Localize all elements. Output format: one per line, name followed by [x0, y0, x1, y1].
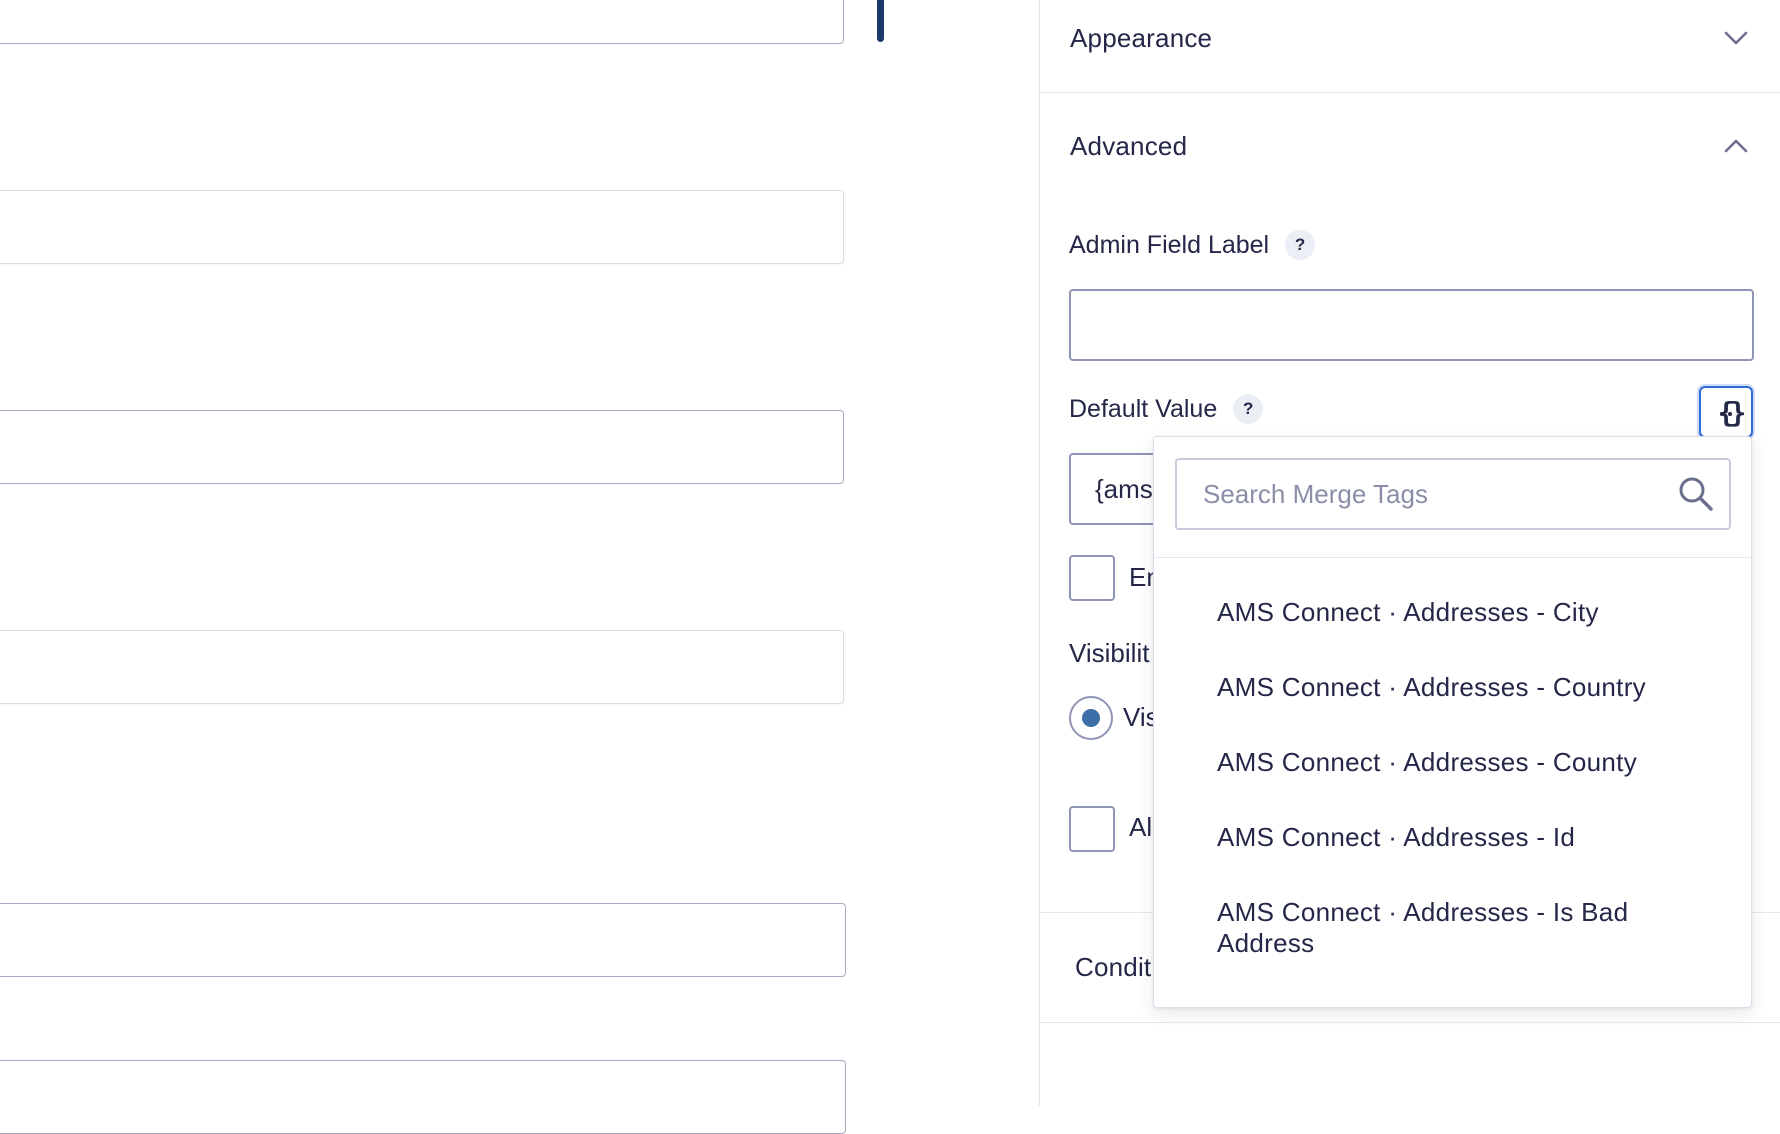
form-field-input[interactable]	[0, 630, 844, 704]
merge-tags-dropdown: AMS Connect · Addresses - City AMS Conne…	[1153, 436, 1752, 1008]
chevron-down-icon	[1724, 31, 1748, 45]
default-value-text: Default Value	[1069, 394, 1218, 423]
radio-selected-dot	[1082, 709, 1100, 727]
default-value-label: Default Value ?	[1069, 394, 1264, 424]
chevron-up-icon	[1724, 139, 1748, 153]
divider	[1154, 557, 1751, 558]
help-icon[interactable]: ?	[1285, 230, 1316, 260]
admin-field-label-text: Admin Field Label	[1069, 230, 1270, 259]
merge-tags-button[interactable]: { }	[1699, 386, 1753, 438]
divider	[1040, 92, 1780, 93]
checkbox[interactable]	[1069, 806, 1115, 852]
advanced-title: Advanced	[1070, 130, 1188, 161]
admin-field-label-input[interactable]	[1069, 289, 1754, 361]
divider	[1040, 1022, 1780, 1023]
merge-tags-list: AMS Connect · Addresses - City AMS Conne…	[1154, 597, 1751, 1003]
merge-tag-item[interactable]: AMS Connect · Addresses - Country	[1154, 672, 1751, 703]
admin-field-label-label: Admin Field Label ?	[1069, 230, 1316, 260]
conditional-logic-section-toggle[interactable]: Condit	[1075, 952, 1151, 983]
visibility-radio[interactable]	[1069, 696, 1113, 740]
search-merge-tags-input[interactable]	[1201, 477, 1677, 511]
merge-tags-search	[1175, 458, 1731, 530]
form-field-input[interactable]	[0, 410, 844, 484]
visibility-label: Visibilit	[1069, 638, 1150, 668]
help-icon[interactable]: ?	[1233, 394, 1264, 424]
merge-tag-item[interactable]: AMS Connect · Addresses - City	[1154, 597, 1751, 628]
merge-tag-item[interactable]: AMS Connect · Addresses - County	[1154, 747, 1751, 778]
svg-text:}: }	[1730, 396, 1746, 428]
merge-tags-icon: { }	[1718, 396, 1746, 428]
form-field-input[interactable]	[0, 190, 844, 264]
checkbox-label: Al	[1129, 812, 1153, 842]
form-field-input[interactable]	[0, 903, 846, 977]
search-icon[interactable]	[1677, 475, 1715, 513]
form-field-input[interactable]	[0, 1060, 846, 1134]
form-field-select[interactable]	[0, 0, 844, 44]
advanced-section-toggle[interactable]: Advanced	[1070, 126, 1750, 166]
appearance-title: Appearance	[1070, 22, 1213, 53]
merge-tag-item[interactable]: AMS Connect · Addresses - Is Bad Address	[1154, 897, 1751, 959]
form-canvas	[0, 0, 1039, 1134]
canvas-scroll-indicator[interactable]	[877, 0, 884, 42]
checkbox[interactable]	[1069, 555, 1115, 601]
merge-tag-item[interactable]: AMS Connect · Addresses - Id	[1154, 822, 1751, 853]
appearance-section-toggle[interactable]: Appearance	[1070, 18, 1750, 58]
